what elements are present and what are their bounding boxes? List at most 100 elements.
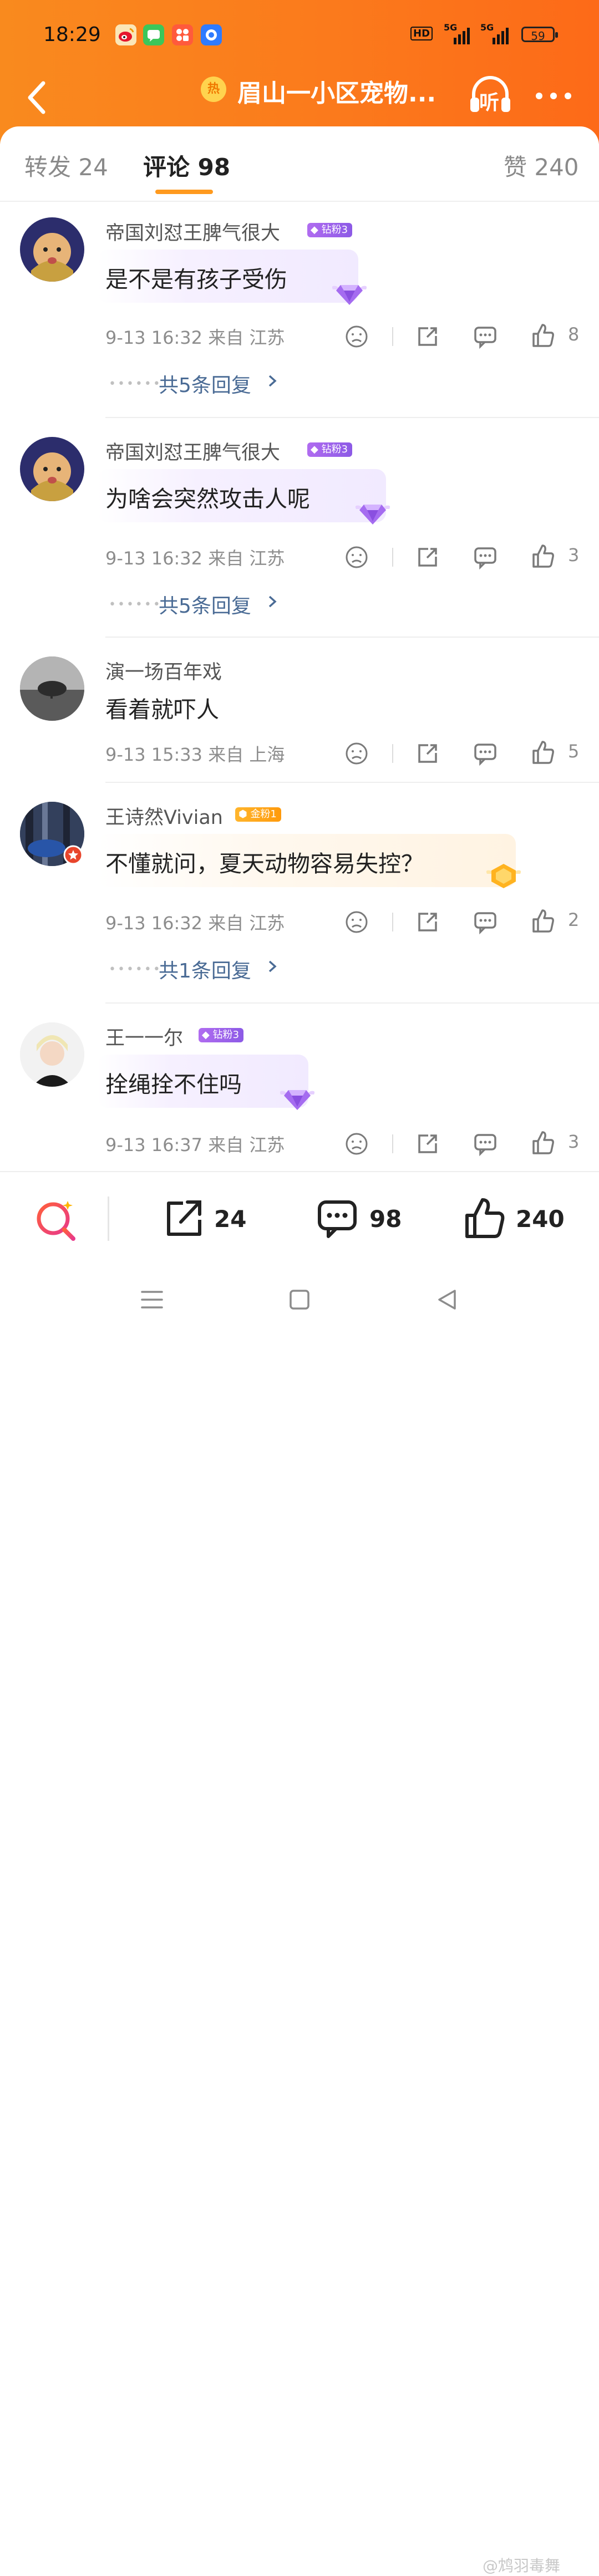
- signal-icon: [454, 28, 470, 44]
- listen-button[interactable]: 听: [467, 71, 514, 118]
- divider: [105, 417, 599, 418]
- comment-meta: 9-13 16:32 来自 江苏: [105, 548, 285, 569]
- like-icon[interactable]: [530, 323, 556, 348]
- back-button[interactable]: [22, 75, 55, 120]
- tab-comment[interactable]: 评论 98: [143, 149, 230, 182]
- dots: ••••••: [109, 598, 162, 612]
- browser-icon: [201, 24, 222, 45]
- like-icon[interactable]: [530, 543, 556, 569]
- comment-meta: 9-13 16:32 来自 江苏: [105, 913, 285, 934]
- like-count: 2: [568, 909, 580, 930]
- comment-text: 是不是有孩子受伤: [105, 266, 287, 293]
- share-icon[interactable]: [415, 324, 440, 349]
- divider: [105, 637, 599, 638]
- comment-text: 不懂就问，夏天动物容易失控？: [105, 851, 424, 877]
- fan-badge: ◆ 钻粉3: [199, 1028, 244, 1042]
- more-dots-icon: [536, 93, 571, 99]
- like-button[interactable]: 240: [458, 1172, 586, 1266]
- avatar[interactable]: [20, 217, 84, 282]
- comment-text: 看着就吓人: [105, 696, 219, 723]
- share-icon[interactable]: [415, 741, 440, 766]
- dislike-icon[interactable]: [344, 544, 369, 570]
- share-icon[interactable]: [415, 544, 440, 570]
- reply-icon[interactable]: [473, 544, 498, 570]
- comment-count: 98: [369, 1205, 402, 1233]
- system-navigation-bar: @鸩羽毒舞: [0, 1265, 599, 2575]
- like-count: 5: [568, 741, 580, 762]
- username[interactable]: 帝国刘怼王脾气很大: [105, 437, 280, 465]
- comment-button[interactable]: 98: [311, 1172, 416, 1266]
- comment-icon: [318, 1200, 357, 1238]
- comment-meta: 9-13 15:33 来自 上海: [105, 744, 285, 765]
- page-title[interactable]: 眉山一小区宠物...: [237, 73, 436, 109]
- more-button[interactable]: [532, 88, 577, 104]
- verified-icon: [63, 845, 83, 865]
- dislike-icon[interactable]: [344, 909, 369, 935]
- comment-meta: 9-13 16:32 来自 江苏: [105, 327, 285, 348]
- dots: ••••••: [109, 377, 162, 391]
- home-icon[interactable]: [287, 1287, 312, 1312]
- share-icon[interactable]: [415, 909, 440, 935]
- username[interactable]: 演一场百年戏: [105, 656, 222, 685]
- comment-text: 为啥会突然攻击人呢: [105, 486, 310, 512]
- chevron-left-icon: [28, 81, 45, 114]
- repost-icon: [167, 1200, 201, 1236]
- divider: [392, 548, 393, 567]
- fan-badge: ⬢ 金粉1: [235, 807, 281, 822]
- hd-indicator: HD: [410, 27, 433, 40]
- battery-indicator: 59: [521, 27, 558, 43]
- back-triangle-icon[interactable]: [435, 1287, 459, 1312]
- reply-icon[interactable]: [473, 324, 498, 349]
- toolbox-icon: [172, 24, 193, 45]
- tab-like[interactable]: 赞 240: [504, 149, 579, 182]
- divider: [108, 1197, 109, 1241]
- divider: [392, 327, 393, 346]
- diamond-badge-icon: [332, 285, 367, 305]
- like-icon[interactable]: [530, 1130, 556, 1155]
- dots: ••••••: [109, 963, 162, 976]
- nav-bar: 热 眉山一小区宠物... 听: [0, 67, 599, 128]
- like-count: 3: [568, 1131, 580, 1152]
- watermark: @鸩羽毒舞: [483, 2557, 561, 2575]
- dislike-icon[interactable]: [344, 741, 369, 766]
- messages-icon: [143, 24, 164, 45]
- weibo-icon: [115, 24, 136, 45]
- username[interactable]: 王一一尔: [105, 1022, 183, 1051]
- replies-count: 共1条回复: [159, 960, 251, 982]
- status-time: 18:29: [43, 23, 101, 46]
- reply-icon[interactable]: [473, 909, 498, 935]
- like-icon[interactable]: [530, 740, 556, 765]
- chevron-right-icon: [268, 595, 277, 608]
- divider: [392, 913, 393, 931]
- comment-meta: 9-13 16:37 来自 江苏: [105, 1134, 285, 1155]
- reply-icon[interactable]: [473, 1131, 498, 1157]
- listen-label: 听: [479, 91, 500, 114]
- share-icon[interactable]: [415, 1131, 440, 1157]
- comment-text: 拴绳拴不住吗: [105, 1071, 242, 1098]
- diamond-badge-icon: [280, 1090, 315, 1110]
- chevron-right-icon: [268, 960, 277, 973]
- fan-badge: ◆ 钻粉3: [307, 223, 353, 237]
- like-icon[interactable]: [530, 908, 556, 934]
- repost-count: 24: [214, 1205, 247, 1233]
- active-tab-indicator: [155, 190, 213, 194]
- menu-icon[interactable]: [140, 1287, 164, 1312]
- like-count: 240: [516, 1205, 565, 1233]
- divider: [105, 1002, 599, 1004]
- divider: [392, 744, 393, 763]
- dislike-icon[interactable]: [344, 324, 369, 349]
- tab-repost[interactable]: 转发 24: [24, 149, 108, 182]
- like-icon: [465, 1198, 505, 1238]
- divider: [392, 1134, 393, 1153]
- username[interactable]: 王诗然Vivian: [105, 802, 223, 830]
- tab-bar: 转发 24 评论 98 赞 240: [0, 126, 599, 201]
- repost-button[interactable]: 24: [155, 1172, 261, 1266]
- avatar[interactable]: [20, 656, 84, 721]
- dislike-icon[interactable]: [344, 1131, 369, 1157]
- avatar[interactable]: [20, 1022, 84, 1087]
- search-icon[interactable]: [32, 1197, 80, 1244]
- username[interactable]: 帝国刘怼王脾气很大: [105, 217, 280, 246]
- gold-badge-icon: [486, 864, 521, 888]
- reply-icon[interactable]: [473, 741, 498, 766]
- avatar[interactable]: [20, 437, 84, 501]
